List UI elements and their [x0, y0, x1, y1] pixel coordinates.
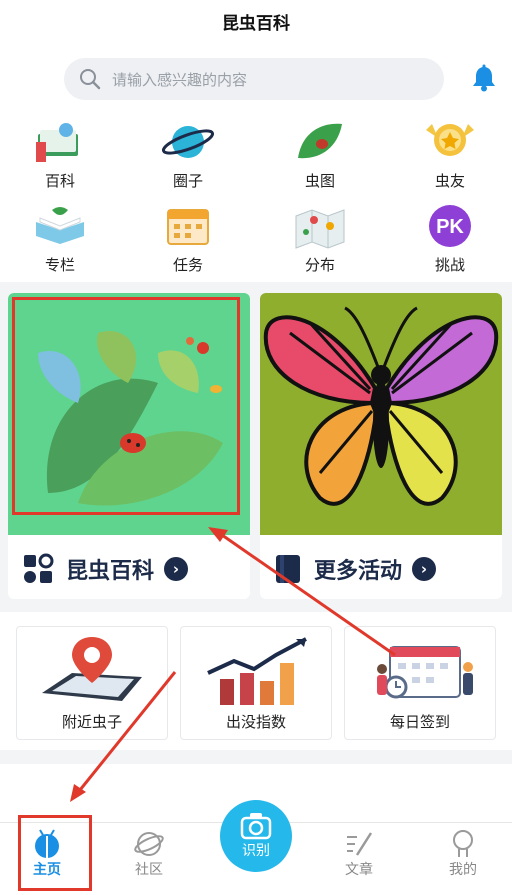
- tile-checkin[interactable]: 每日签到: [344, 626, 496, 740]
- open-book-icon: [36, 207, 84, 244]
- card-activities-footer[interactable]: 更多活动 ›: [260, 539, 502, 599]
- calendar-icon: [167, 209, 209, 245]
- tab-mine[interactable]: 我的: [428, 829, 498, 879]
- card-baike-label: 昆虫百科: [66, 559, 155, 584]
- chevron-right-icon: ›: [164, 557, 189, 581]
- nearby-map-icon: [42, 637, 142, 701]
- user-icon: [453, 830, 473, 857]
- grid-item-chongtu[interactable]: 虫图: [270, 118, 370, 190]
- leaf-insect-icon: [298, 123, 342, 159]
- tile-index[interactable]: 出没指数: [180, 626, 332, 740]
- bell-icon[interactable]: [471, 64, 497, 92]
- medal-icon: [426, 124, 474, 156]
- calendar-checkin-icon: [377, 646, 473, 699]
- grid-item-tiaozhan[interactable]: PK 挑战: [400, 202, 500, 274]
- section-divider: [0, 750, 512, 764]
- map-icon: [295, 209, 345, 249]
- identify-button[interactable]: 识别: [220, 800, 292, 872]
- planet-icon: [161, 126, 215, 158]
- highlight-box: [12, 297, 240, 515]
- search-input[interactable]: 请输入感兴趣的内容: [64, 58, 444, 100]
- search-placeholder: 请输入感兴趣的内容: [112, 70, 248, 89]
- planet-outline-icon: [134, 832, 164, 856]
- grid-item-zhuanlan[interactable]: 专栏: [10, 202, 110, 274]
- grid-item-renwu[interactable]: 任务: [138, 202, 238, 274]
- pen-icon: [347, 832, 373, 856]
- page-title: 昆虫百科: [222, 13, 290, 34]
- card-baike-footer[interactable]: 昆虫百科 ›: [8, 539, 250, 599]
- camera-icon: [240, 813, 272, 840]
- card-activities[interactable]: 更多活动 ›: [260, 293, 502, 599]
- tab-community[interactable]: 社区: [114, 829, 184, 879]
- tile-nearby[interactable]: 附近虫子: [16, 626, 168, 740]
- apps-icon: [24, 553, 54, 583]
- grid-item-quanzi[interactable]: 圈子: [138, 118, 238, 190]
- highlight-box-home: [18, 815, 92, 891]
- pk-icon: PK: [429, 205, 471, 247]
- grid-item-baike[interactable]: 百科: [10, 118, 110, 190]
- book-icon: [36, 123, 78, 162]
- card-activities-label: 更多活动: [314, 559, 403, 584]
- bar-chart-icon: [207, 637, 307, 705]
- grid-item-fenbu[interactable]: 分布: [270, 202, 370, 274]
- search-icon: [80, 69, 101, 90]
- grid-item-chongyou[interactable]: 虫友: [400, 118, 500, 190]
- tab-articles[interactable]: 文章: [324, 829, 394, 879]
- svg-text:PK: PK: [436, 216, 464, 238]
- chevron-right-icon: ›: [412, 557, 437, 581]
- bookmark-icon: [276, 555, 300, 583]
- butterfly-illustration: [260, 293, 502, 535]
